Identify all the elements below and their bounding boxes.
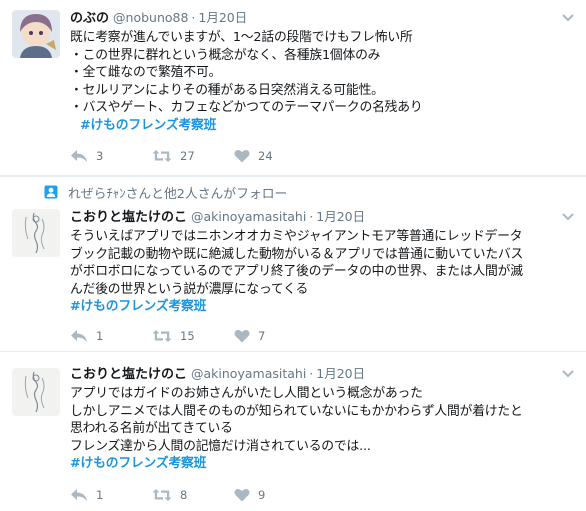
retweet-count: 8 bbox=[180, 488, 188, 502]
reply-icon bbox=[71, 489, 87, 501]
tweet-text-line: んだ後の世界という説が濃厚になってくる bbox=[70, 281, 309, 297]
retweet-button[interactable]: 15 bbox=[152, 329, 234, 343]
tweet-header: こおりと塩たけのこ @akinoyamasitahi · 1月20日 bbox=[70, 365, 365, 383]
timestamp[interactable]: 1月20日 bbox=[316, 209, 365, 224]
tweet-text-line: フレンズ達から人間の記憶だけ消されているのでは... bbox=[70, 438, 371, 454]
avatar-akinoyamasitahi[interactable] bbox=[12, 368, 60, 416]
heart-icon bbox=[234, 488, 250, 502]
like-button[interactable]: 24 bbox=[234, 149, 316, 163]
like-button[interactable]: 9 bbox=[234, 488, 316, 502]
hashtag-link[interactable]: #けものフレンズ考察班 bbox=[80, 118, 216, 133]
heart-icon bbox=[234, 149, 250, 163]
reply-count: 1 bbox=[96, 329, 104, 343]
tweet-header: こおりと塩たけのこ @akinoyamasitahi · 1月20日 bbox=[70, 208, 365, 226]
tweet-text-line: しかしアニメでは人間そのものが知られていないにもかかわらず人間が着けたと bbox=[70, 403, 523, 419]
separator-dot: · bbox=[191, 10, 196, 25]
reply-button[interactable]: 1 bbox=[70, 329, 152, 343]
retweet-button[interactable]: 8 bbox=[152, 488, 234, 502]
user-handle[interactable]: @nobuno88 bbox=[113, 10, 188, 25]
tweet-text: 既に考察が進んでいますが、1〜2話の段階でけもフレ怖い所 ・この世界に群れという… bbox=[70, 29, 580, 134]
tweet-text-line: アプリではガイドのお姉さんがいたし人間という概念があった bbox=[70, 386, 423, 401]
like-count: 9 bbox=[258, 488, 266, 502]
reply-button[interactable]: 1 bbox=[70, 488, 152, 502]
tweet-2[interactable]: こおりと塩たけのこ @akinoyamasitahi · 1月20日 そういえばアプリ… bbox=[0, 176, 586, 352]
tweet-actions: 1 15 7 bbox=[70, 327, 316, 345]
tweet-text-line: そういえばアプリではニホンオオカミやジャイアントモア等普通にレッドデータ bbox=[70, 229, 523, 244]
retweet-button[interactable]: 27 bbox=[152, 149, 234, 163]
tweet-text: アプリではガイドのお姉さんがいたし人間という概念があった しかしアニメでは人間そ… bbox=[70, 385, 580, 473]
caret-down-icon[interactable] bbox=[560, 211, 576, 223]
display-name[interactable]: こおりと塩たけのこ bbox=[70, 367, 187, 382]
caret-down-icon[interactable] bbox=[560, 368, 576, 380]
tweet-text-line: ブック記載の動物や既に絶滅した動物がいる＆アプリでは普通に動いていたバス bbox=[70, 246, 524, 262]
user-handle[interactable]: @akinoyamasitahi bbox=[191, 366, 306, 381]
tweet-text-line: 思われる名前が出てきている bbox=[70, 421, 233, 436]
like-button[interactable]: 7 bbox=[234, 329, 316, 343]
tweet-1[interactable]: のぶの @nobuno88 · 1月20日 既に考察が進んでいますが、1〜2話の段階で… bbox=[0, 0, 586, 176]
caret-down-icon[interactable] bbox=[560, 12, 576, 24]
tweet-3[interactable]: こおりと塩たけのこ @akinoyamasitahi · 1月20日 アプリではガイド… bbox=[0, 352, 586, 511]
hashtag-link[interactable]: #けものフレンズ考察班 bbox=[70, 456, 206, 471]
reply-button[interactable]: 3 bbox=[70, 149, 152, 163]
user-handle[interactable]: @akinoyamasitahi bbox=[191, 209, 306, 224]
tweet-text-line: ・この世界に群れという概念がなく、各種族1個体のみ bbox=[70, 47, 381, 63]
tweet-text-line: ・セルリアンによりその種がある日突然消える可能性。 bbox=[70, 82, 384, 98]
reply-count: 3 bbox=[96, 149, 104, 163]
retweet-icon bbox=[152, 150, 172, 162]
display-name[interactable]: こおりと塩たけのこ bbox=[70, 210, 187, 225]
tweet-actions: 3 27 24 bbox=[70, 147, 316, 165]
avatar-nobuno[interactable] bbox=[12, 10, 60, 58]
retweet-count: 27 bbox=[180, 149, 195, 163]
retweet-icon bbox=[152, 489, 172, 501]
like-count: 7 bbox=[258, 329, 266, 343]
reply-count: 1 bbox=[96, 488, 104, 502]
display-name[interactable]: のぶの bbox=[70, 11, 109, 26]
separator-dot: · bbox=[309, 209, 314, 224]
tweet-text-line: ・全て雌なので繁殖不可。 bbox=[70, 65, 222, 80]
tweet-text-line: がボロボロになっているのでアプリ終了後のデータの中の世界、または人間が滅 bbox=[70, 264, 523, 279]
avatar-akinoyamasitahi[interactable] bbox=[12, 209, 60, 257]
separator-dot: · bbox=[309, 366, 314, 381]
heart-icon bbox=[234, 329, 250, 343]
tweet-actions: 1 8 9 bbox=[70, 486, 316, 504]
timestamp[interactable]: 1月20日 bbox=[198, 10, 247, 25]
reply-icon bbox=[71, 330, 87, 342]
tweet-text: そういえばアプリではニホンオオカミやジャイアントモア等普通にレッドデータ ブック… bbox=[70, 228, 580, 316]
reply-icon bbox=[71, 150, 87, 162]
retweet-count: 15 bbox=[180, 329, 195, 343]
timestamp[interactable]: 1月20日 bbox=[316, 366, 365, 381]
tweet-text-line: 既に考察が進んでいますが、1〜2話の段階でけもフレ怖い所 bbox=[70, 30, 413, 45]
hashtag-link[interactable]: #けものフレンズ考察班 bbox=[70, 299, 206, 314]
retweet-icon bbox=[152, 330, 172, 342]
tweet-header: のぶの @nobuno88 · 1月20日 bbox=[70, 9, 247, 27]
like-count: 24 bbox=[258, 149, 273, 163]
tweet-text-line: ・バスやゲート、カフェなどかつてのテーマパークの名残あり bbox=[70, 100, 423, 115]
